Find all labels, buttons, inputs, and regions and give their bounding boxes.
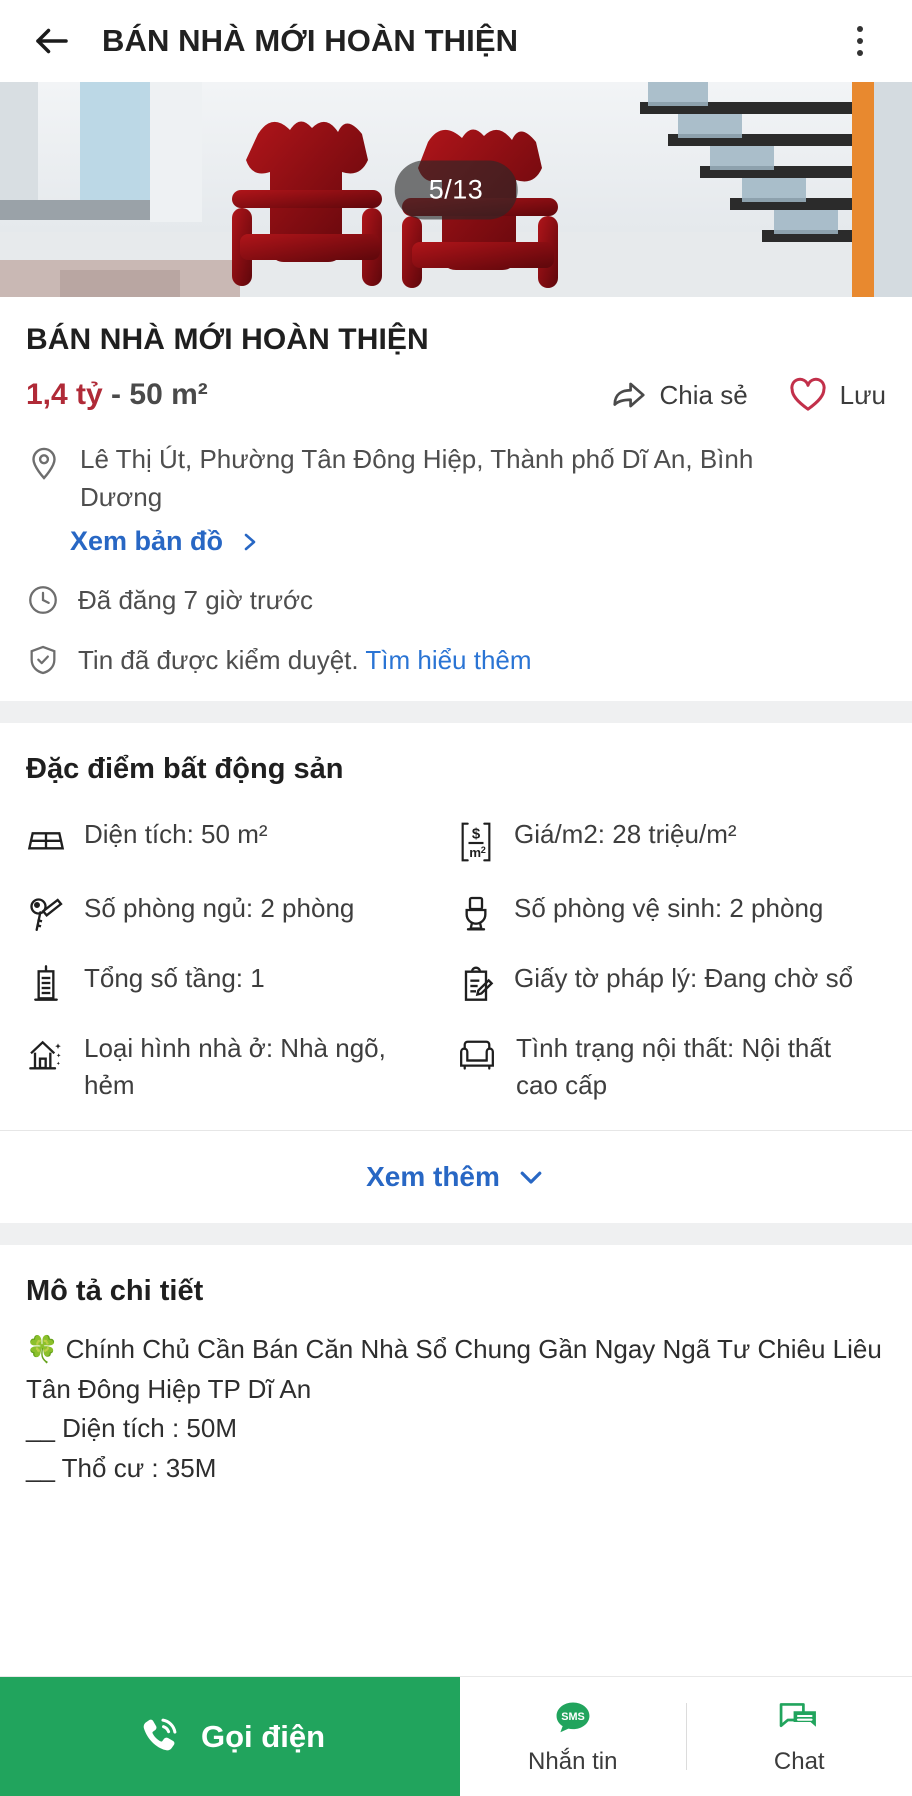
verified-status: Tin đã được kiểm duyệt. bbox=[78, 644, 359, 675]
shield-check-icon bbox=[30, 646, 56, 675]
bottom-secondary-actions: SMS Nhắn tin Chat bbox=[460, 1677, 912, 1796]
section-divider bbox=[0, 701, 912, 724]
feature-label: Tình trạng nội thất: Nội thất cao cấp bbox=[516, 1033, 832, 1101]
photo-counter: 5/13 bbox=[394, 160, 518, 219]
price-actions: Chia sẻ Lưu bbox=[610, 375, 886, 415]
view-map-label: Xem bản đồ bbox=[70, 526, 224, 557]
toilet-icon bbox=[465, 897, 487, 931]
kebab-dot bbox=[857, 26, 863, 32]
building-icon bbox=[34, 965, 58, 1002]
heart-icon bbox=[790, 377, 826, 411]
kebab-menu-icon[interactable] bbox=[836, 17, 884, 65]
posted-time-row: Đã đăng 7 giờ trước bbox=[26, 583, 886, 617]
chat-bubbles-icon bbox=[779, 1702, 817, 1727]
svg-text:m: m bbox=[469, 845, 481, 860]
feature-item-legal: Giấy tờ pháp lý: Đang chờ sổ bbox=[456, 960, 886, 1004]
feature-item-price-per-sqm: $ m 2 Giá/m2: 28 triệu/m² bbox=[456, 816, 886, 864]
chat-label: Chat bbox=[773, 1747, 825, 1775]
back-button[interactable] bbox=[28, 17, 76, 65]
features-section: Đặc điểm bất động sản Diện tích: 50 m² $… bbox=[0, 723, 912, 1130]
address-row: Lê Thị Út, Phường Tân Đông Hiệp, Thành p… bbox=[26, 441, 886, 516]
feature-label: Số phòng vệ sinh: 2 phòng bbox=[514, 893, 824, 924]
feature-label: Loại hình nhà ở: Nhà ngõ, hẻm bbox=[84, 1033, 386, 1101]
feature-item-floors: Tổng số tầng: 1 bbox=[26, 960, 456, 1004]
call-label: Gọi điện bbox=[201, 1718, 325, 1754]
sms-bubble-icon: SMS bbox=[556, 1702, 590, 1732]
listing-detail-screen: BÁN NHÀ MỚI HOÀN THIỆN 5/13 BÁN NHÀ MỚI … bbox=[0, 0, 912, 1796]
feature-label: Số phòng ngủ: 2 phòng bbox=[84, 893, 355, 924]
price-amount: 1,4 tỷ bbox=[26, 378, 103, 411]
app-bar: BÁN NHÀ MỚI HOÀN THIỆN bbox=[0, 0, 912, 82]
view-map-link[interactable]: Xem bản đồ bbox=[70, 526, 261, 557]
svg-text:$: $ bbox=[472, 826, 481, 843]
share-button[interactable]: Chia sẻ bbox=[610, 376, 748, 414]
feature-item-area: Diện tích: 50 m² bbox=[26, 816, 456, 864]
sms-label: Nhắn tin bbox=[528, 1747, 618, 1775]
features-grid: Diện tích: 50 m² $ m 2 Giá/m2: 28 triệu/… bbox=[26, 786, 886, 1130]
photo-carousel[interactable]: 5/13 bbox=[0, 82, 912, 297]
save-label: Lưu bbox=[839, 379, 886, 410]
call-button[interactable]: Gọi điện bbox=[0, 1677, 460, 1796]
feature-label: Diện tích: 50 m² bbox=[84, 819, 268, 850]
kebab-dot bbox=[857, 50, 863, 56]
description-heading: Mô tả chi tiết bbox=[26, 1275, 204, 1308]
description-line-1: 🍀 Chính Chủ Cần Bán Căn Nhà Sổ Chung Gần… bbox=[26, 1330, 886, 1409]
section-divider bbox=[0, 1223, 912, 1246]
feature-item-bedrooms: Số phòng ngủ: 2 phòng bbox=[26, 890, 456, 934]
kebab-dot bbox=[857, 38, 863, 44]
verified-row: Tin đã được kiểm duyệt. Tìm hiểu thêm bbox=[26, 643, 886, 677]
chevron-right-icon bbox=[244, 533, 256, 551]
verified-text: Tin đã được kiểm duyệt. Tìm hiểu thêm bbox=[78, 645, 532, 676]
feature-item-furniture: Tình trạng nội thất: Nội thất cao cấp bbox=[456, 1030, 886, 1104]
chevron-down-icon bbox=[520, 1171, 542, 1184]
share-icon bbox=[612, 382, 645, 408]
learn-more-link[interactable]: Tìm hiểu thêm bbox=[365, 645, 531, 675]
feature-item-bathrooms: Số phòng vệ sinh: 2 phòng bbox=[456, 890, 886, 934]
feature-item-house-type: Loại hình nhà ở: Nhà ngõ, hẻm bbox=[26, 1030, 456, 1104]
price-value: 1,4 tỷ - 50 m² bbox=[26, 378, 208, 412]
feature-label: Tổng số tầng: 1 bbox=[84, 963, 265, 994]
save-button[interactable]: Lưu bbox=[788, 375, 886, 415]
share-label: Chia sẻ bbox=[659, 379, 748, 410]
description-text-1: Chính Chủ Cần Bán Căn Nhà Sổ Chung Gần N… bbox=[26, 1334, 882, 1404]
key-icon bbox=[30, 898, 63, 932]
page-title: BÁN NHÀ MỚI HOÀN THIỆN bbox=[102, 23, 519, 58]
chat-button[interactable]: Chat bbox=[687, 1677, 912, 1796]
sms-button[interactable]: SMS Nhắn tin bbox=[460, 1677, 686, 1796]
expand-features-label: Xem thêm bbox=[366, 1161, 500, 1193]
area-grid-icon bbox=[27, 832, 65, 850]
expand-features-button[interactable]: Xem thêm bbox=[0, 1131, 912, 1223]
legal-document-icon bbox=[464, 966, 494, 1002]
phone-icon bbox=[143, 1718, 177, 1750]
address-text: Lê Thị Út, Phường Tân Đông Hiệp, Thành p… bbox=[80, 444, 754, 512]
back-arrow-icon bbox=[36, 28, 68, 54]
description-line-2: __ Diện tích : 50M bbox=[26, 1413, 237, 1444]
location-pin-icon bbox=[32, 447, 56, 480]
listing-info-section: BÁN NHÀ MỚI HOÀN THIỆN 1,4 tỷ - 50 m² Ch… bbox=[0, 297, 912, 677]
price-per-sqm-icon: $ m 2 bbox=[461, 822, 491, 862]
svg-text:2: 2 bbox=[481, 845, 486, 855]
clock-icon bbox=[29, 586, 57, 615]
feature-label: Giấy tờ pháp lý: Đang chờ sổ bbox=[514, 963, 854, 994]
price-row: 1,4 tỷ - 50 m² Chia sẻ Lưu bbox=[26, 375, 886, 415]
description-line-3: __ Thổ cư : 35M bbox=[26, 1452, 217, 1483]
posted-time-text: Đã đăng 7 giờ trước bbox=[78, 584, 314, 615]
house-icon bbox=[29, 1041, 61, 1070]
listing-title: BÁN NHÀ MỚI HOÀN THIỆN bbox=[26, 323, 429, 356]
bottom-action-bar: Gọi điện SMS Nhắn tin Chat bbox=[0, 1676, 912, 1796]
shamrock-icon: 🍀 bbox=[26, 1334, 59, 1365]
armchair-icon bbox=[460, 1040, 494, 1071]
description-body: 🍀 Chính Chủ Cần Bán Căn Nhà Sổ Chung Gần… bbox=[26, 1308, 886, 1488]
feature-label: Giá/m2: 28 triệu/m² bbox=[514, 819, 737, 850]
price-area: - 50 m² bbox=[102, 378, 208, 411]
sms-badge-text: SMS bbox=[561, 1711, 585, 1723]
description-section: Mô tả chi tiết 🍀 Chính Chủ Cần Bán Căn N… bbox=[0, 1245, 912, 1488]
features-heading: Đặc điểm bất động sản bbox=[26, 753, 344, 786]
